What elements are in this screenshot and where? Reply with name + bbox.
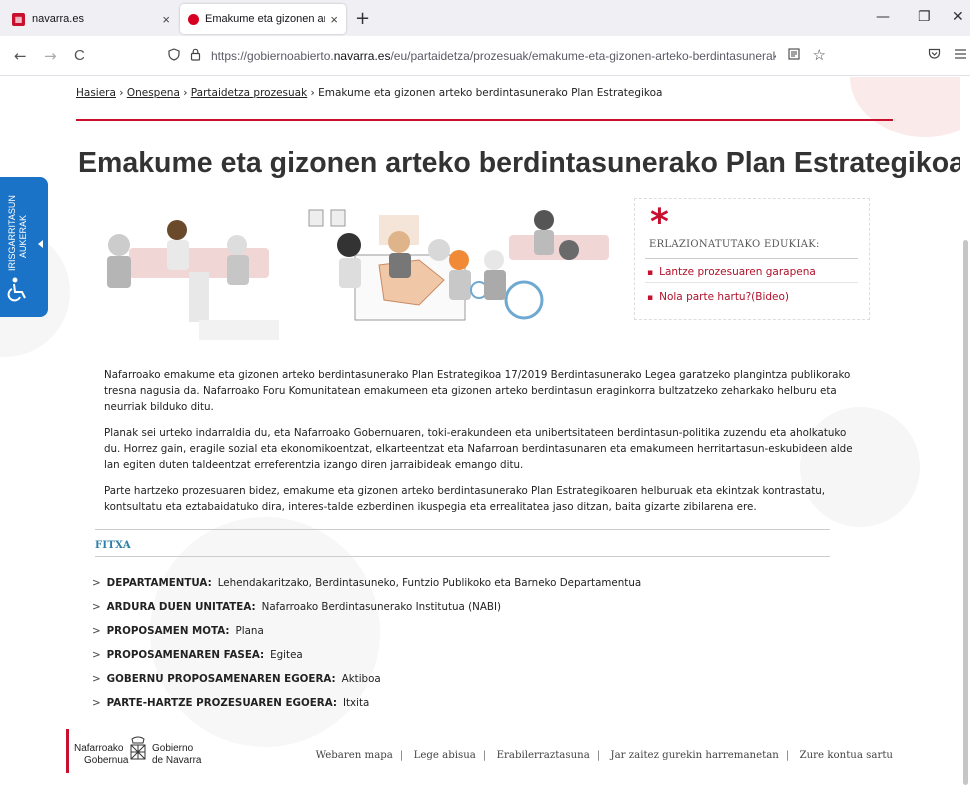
intro-paragraph: Nafarroako emakume eta gizonen arteko be… [104, 369, 851, 413]
chevron-left-icon [38, 240, 43, 248]
tab-close-icon[interactable]: × [330, 12, 338, 27]
divider [95, 556, 830, 557]
breadcrumb-current: Emakume eta gizonen arteko berdintasuner… [318, 87, 663, 99]
related-content-box: * ERLAZIONATUTAKO EDUKIAK: ▪ Lantze proze… [634, 198, 870, 320]
tab-active[interactable]: Emakume eta gizonen arteko berdintasuner… [180, 4, 346, 34]
bullet-icon: ▪ [647, 268, 654, 278]
tab-bar: ▦ navarra.es × Emakume eta gizonen artek… [0, 0, 970, 36]
header-divider [76, 119, 893, 121]
table-favicon-icon: ▦ [12, 12, 25, 26]
logo-text-right: Gobierno de Navarra [152, 743, 202, 766]
logo-bar [66, 729, 69, 773]
breadcrumb-link[interactable]: Onespena [127, 87, 180, 99]
chevron-right-icon: > [92, 697, 101, 709]
chevron-right-icon: > [92, 673, 101, 685]
related-link[interactable]: ▪ Lantze prozesuaren garapena [647, 266, 816, 278]
navigation-bar: ← → C https://gobiernoabierto.navarra.es… [0, 36, 970, 76]
meeting-illustration [99, 200, 622, 355]
forward-button[interactable]: → [44, 47, 57, 65]
background-decoration [850, 77, 970, 137]
bullet-icon: ▪ [647, 293, 654, 303]
pocket-icon[interactable] [928, 48, 941, 64]
chevron-right-icon: > [92, 649, 101, 661]
divider [645, 282, 858, 283]
tab-close-icon[interactable]: × [162, 12, 170, 27]
accessibility-label: IRISGARRITASUN AUKERAK [7, 195, 28, 271]
accessibility-options-tab[interactable]: IRISGARRITASUN AUKERAK [0, 177, 48, 317]
breadcrumb: Hasiera › Onespena › Partaidetza prozesu… [76, 87, 663, 99]
back-button[interactable]: ← [14, 47, 27, 65]
scrollbar[interactable] [960, 77, 970, 787]
divider [645, 258, 858, 259]
footer-links: Webaren mapa | Lege abisua | Erabilerrazta… [315, 750, 893, 761]
reload-button[interactable]: C [74, 47, 85, 64]
svg-text:AUKERAK: AUKERAK [18, 215, 28, 258]
minimize-button[interactable]: — [876, 9, 890, 25]
reader-view-icon[interactable] [788, 48, 800, 63]
body-paragraph: Parte hartzeko prozesuaren bidez, emakum… [104, 485, 826, 513]
fitxa-row: > PROPOSAMENAREN FASEA: Egitea [92, 649, 303, 661]
chevron-right-icon: > [92, 601, 101, 613]
fitxa-heading: FITXA [95, 540, 131, 551]
maximize-button[interactable]: ❐ [918, 9, 931, 25]
footer-link-accessibility[interactable]: Erabilerraztasuna [497, 750, 590, 761]
page-content: Hasiera › Onespena › Partaidetza prozesu… [0, 77, 970, 787]
record-favicon-icon [188, 13, 199, 25]
fitxa-row: > GOBERNU PROPOSAMENAREN EGOERA: Aktiboa [92, 673, 381, 685]
tab-navarra[interactable]: ▦ navarra.es × [0, 4, 178, 34]
asterisk-icon: * [650, 202, 669, 243]
body-paragraph: Planak sei urteko indarraldia du, eta Na… [104, 427, 853, 471]
shield-icon[interactable] [168, 48, 180, 64]
fitxa-row: > PARTE-HARTZE PROZESUAREN EGOERA: Itxita [92, 697, 370, 709]
footer-link-legal[interactable]: Lege abisua [414, 750, 476, 761]
new-tab-button[interactable]: + [355, 8, 370, 29]
government-logo[interactable]: Nafarroako Gobernua Gobierno de Navarra [66, 729, 216, 773]
related-heading: ERLAZIONATUTAKO EDUKIAK: [649, 239, 820, 250]
scrollbar-thumb[interactable] [963, 240, 968, 785]
fitxa-row: > DEPARTAMENTUA: Lehendakaritzako, Berdint… [92, 577, 642, 589]
close-window-button[interactable]: ✕ [952, 9, 964, 25]
menu-icon[interactable] [955, 48, 966, 63]
svg-text:IRISGARRITASUN: IRISGARRITASUN [7, 195, 17, 271]
url-bar[interactable]: https://gobiernoabierto.navarra.es/eu/pa… [168, 41, 838, 71]
page-title: Emakume eta gizonen arteko berdintasuner… [78, 147, 965, 179]
chevron-right-icon: > [92, 625, 101, 637]
related-link[interactable]: ▪ Nola parte hartu?(Bideo) [647, 291, 789, 303]
footer-link-login[interactable]: Zure kontua sartu [800, 750, 893, 761]
wheelchair-icon [7, 277, 26, 302]
fitxa-row: > ARDURA DUEN UNITATEA: Nafarroako Berdint… [92, 601, 502, 613]
fitxa-row: > PROPOSAMEN MOTA: Plana [92, 625, 264, 637]
lock-icon[interactable] [190, 48, 201, 64]
footer-link-sitemap[interactable]: Webaren mapa [316, 750, 393, 761]
bookmark-star-icon[interactable]: ☆ [813, 46, 826, 64]
logo-text-left: Nafarroako Gobernua [74, 743, 129, 766]
breadcrumb-link[interactable]: Hasiera [76, 87, 116, 99]
tab-label: Emakume eta gizonen arteko berdintasuner… [205, 13, 325, 25]
tab-label: navarra.es [32, 13, 84, 25]
chevron-right-icon: > [92, 577, 101, 589]
divider [95, 529, 830, 530]
footer-link-contact[interactable]: Jar zaitez gurekin harremanetan [610, 750, 778, 761]
coat-of-arms-icon [130, 736, 146, 760]
breadcrumb-link[interactable]: Partaidetza prozesuak [191, 87, 307, 99]
url-text[interactable]: https://gobiernoabierto.navarra.es/eu/pa… [211, 49, 776, 63]
